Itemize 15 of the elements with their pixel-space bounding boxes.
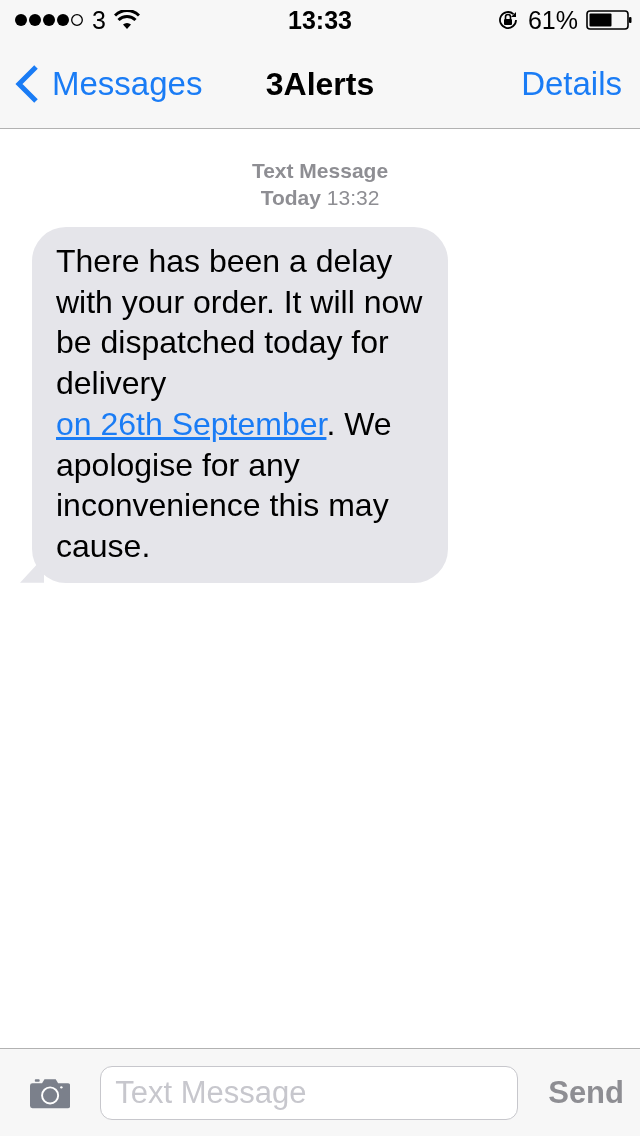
back-chevron-icon <box>14 64 40 104</box>
back-button[interactable]: Messages <box>14 64 203 104</box>
details-button[interactable]: Details <box>521 65 622 103</box>
carrier-name: 3 <box>92 5 106 35</box>
signal-icon <box>14 13 84 27</box>
date-link[interactable]: on 26th September <box>56 405 327 442</box>
conversation-title: 3Alerts <box>264 65 376 103</box>
message-text: There has been a delay with your order. It will now be dispatched today for delivery on 26th September. We apologise for any inconvenience this may cause. <box>56 242 424 566</box>
battery-percentage: 61% <box>527 5 578 35</box>
wifi-icon <box>113 10 140 30</box>
clock-time: 13:33 <box>287 5 353 35</box>
message-timestamp: Today 13:32 <box>259 185 381 211</box>
message-service-label: Text Message <box>250 158 390 184</box>
battery-icon <box>586 10 632 30</box>
message-input-field[interactable]: Text Message <box>100 1065 519 1120</box>
